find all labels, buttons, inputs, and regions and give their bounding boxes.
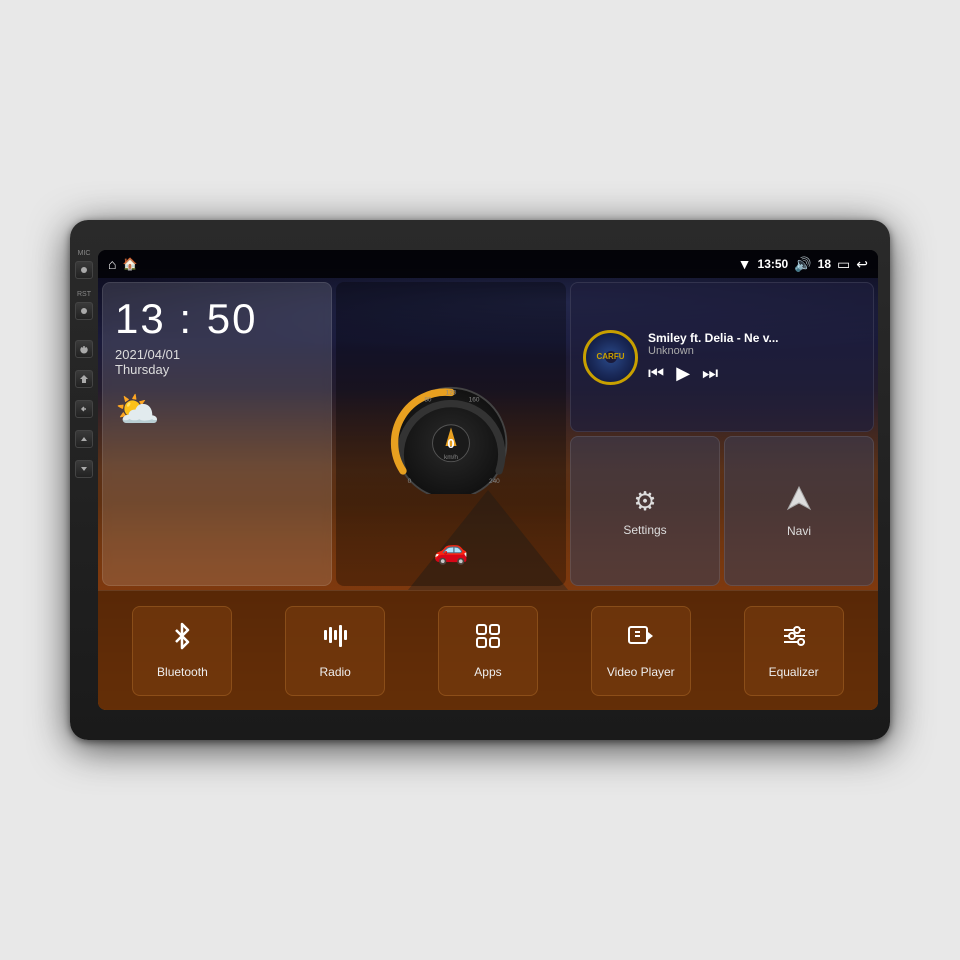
- navi-button[interactable]: Navi: [724, 436, 874, 586]
- home-icon: ⌂: [108, 256, 116, 272]
- prev-button[interactable]: ⏮: [648, 363, 664, 384]
- equalizer-icon: [780, 622, 808, 657]
- equalizer-label: Equalizer: [769, 665, 819, 679]
- radio-label: Radio: [320, 665, 351, 679]
- car-image: 🚗: [434, 533, 469, 566]
- clock-date: 2021/04/01: [115, 347, 319, 362]
- bluetooth-label: Bluetooth: [157, 665, 208, 679]
- music-title: Smiley ft. Delia - Ne v...: [648, 331, 861, 345]
- next-button[interactable]: ⏭: [702, 363, 718, 384]
- side-button-panel: MIC RST: [70, 230, 98, 730]
- power-button[interactable]: [75, 340, 93, 358]
- back-side-button[interactable]: [75, 400, 93, 418]
- svg-text:120: 120: [446, 389, 457, 396]
- app-icon: 🏠: [122, 257, 137, 271]
- speedometer-widget: 0 80 120 160 240 0 km/h 🚗: [336, 282, 566, 586]
- radio-button[interactable]: Radio: [285, 606, 385, 696]
- status-bar: ⌂ 🏠 ▼ 13:50 🔊 18 ▭ ↩: [98, 250, 878, 278]
- bluetooth-icon: [168, 622, 196, 657]
- screen: ⌂ 🏠 ▼ 13:50 🔊 18 ▭ ↩ 13 : 50 2021/04/01: [98, 250, 878, 710]
- clock-display: 13 : 50: [115, 295, 319, 343]
- music-artist: Unknown: [648, 345, 861, 357]
- navi-label: Navi: [787, 524, 811, 538]
- svg-text:0: 0: [447, 436, 454, 451]
- play-button[interactable]: ▶: [676, 363, 690, 384]
- battery-icon: ▭: [837, 256, 850, 273]
- svg-text:80: 80: [424, 397, 432, 404]
- home-side-button[interactable]: [75, 370, 93, 388]
- video-player-label: Video Player: [607, 665, 675, 679]
- wifi-icon: ▼: [738, 256, 752, 272]
- rst-button[interactable]: [75, 302, 93, 320]
- music-widget: CARFU Smiley ft. Delia - Ne v... Unknown…: [570, 282, 874, 432]
- volume-level: 18: [818, 257, 831, 271]
- carfu-logo: CARFU: [597, 352, 625, 362]
- bluetooth-button[interactable]: Bluetooth: [132, 606, 232, 696]
- vol-down-button[interactable]: [75, 460, 93, 478]
- rst-label: RST: [77, 291, 91, 298]
- mic-label: MIC: [78, 250, 91, 257]
- svg-text:0: 0: [408, 478, 412, 485]
- navi-icon: [786, 485, 812, 518]
- volume-icon: 🔊: [794, 256, 811, 273]
- video-player-button[interactable]: Video Player: [591, 606, 691, 696]
- weather-icon: ⛅: [115, 389, 319, 431]
- album-art: CARFU: [583, 330, 638, 385]
- back-nav-icon: ↩: [856, 256, 868, 273]
- svg-text:km/h: km/h: [444, 454, 458, 461]
- status-time: 13:50: [758, 257, 789, 271]
- apps-label: Apps: [474, 665, 501, 679]
- apps-button[interactable]: Apps: [438, 606, 538, 696]
- svg-text:240: 240: [489, 478, 500, 485]
- bottom-app-bar: Bluetooth Radio: [98, 590, 878, 710]
- video-icon: [627, 622, 655, 657]
- vol-up-button[interactable]: [75, 430, 93, 448]
- mic-button[interactable]: [75, 261, 93, 279]
- clock-day: Thursday: [115, 362, 319, 377]
- equalizer-button[interactable]: Equalizer: [744, 606, 844, 696]
- settings-button[interactable]: ⚙ Settings: [570, 436, 720, 586]
- settings-icon: ⚙: [633, 486, 656, 517]
- radio-icon: [321, 622, 349, 657]
- stereo-unit: MIC RST: [70, 220, 890, 740]
- svg-text:160: 160: [469, 397, 480, 404]
- settings-label: Settings: [623, 523, 666, 537]
- clock-widget: 13 : 50 2021/04/01 Thursday ⛅: [102, 282, 332, 586]
- apps-icon: [474, 622, 502, 657]
